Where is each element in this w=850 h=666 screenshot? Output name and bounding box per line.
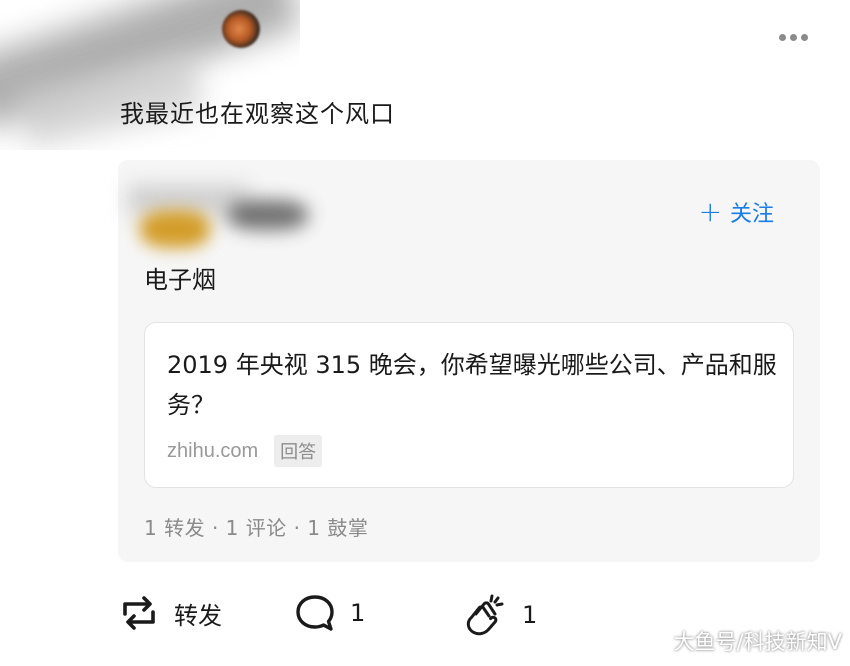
more-options-button[interactable]	[775, 30, 812, 45]
clap-icon	[466, 594, 504, 636]
comment-count: 1	[350, 599, 366, 627]
shared-stats: 1 转发 · 1 评论 · 1 鼓掌	[144, 516, 369, 540]
comment-icon	[296, 595, 334, 631]
question-source: zhihu.com	[167, 439, 259, 462]
action-bar: 转发 1 1	[118, 592, 618, 642]
clap-button[interactable]: 1	[462, 592, 537, 638]
follow-label: 关注	[729, 202, 774, 227]
question-title: 2019 年央视 315 晚会，你希望曝光哪些公司、产品和服务？	[167, 351, 777, 419]
repost-icon	[123, 596, 155, 630]
plus-icon: +	[698, 195, 722, 228]
comment-button[interactable]: 1	[294, 592, 365, 634]
topic-text: 电子烟	[144, 266, 216, 294]
repost-label: 转发	[174, 601, 222, 630]
question-meta: zhihu.com 回答	[167, 435, 323, 467]
avatar[interactable]	[222, 10, 260, 48]
shared-pin-card[interactable]: + 关注 电子烟 2019 年央视 315 晚会，你希望曝光哪些公司、产品和服务…	[118, 160, 820, 562]
repost-button[interactable]: 转发	[118, 592, 222, 634]
more-icon	[779, 34, 786, 41]
clap-count: 1	[522, 601, 538, 629]
question-type-badge: 回答	[274, 435, 323, 467]
watermark: 大鱼号/科技新知V	[673, 630, 842, 654]
follow-button[interactable]: + 关注	[699, 196, 774, 228]
shared-author-info	[128, 180, 328, 260]
question-link-card[interactable]: 2019 年央视 315 晚会，你希望曝光哪些公司、产品和服务？ zhihu.c…	[144, 322, 794, 488]
post-text: 我最近也在观察这个风口	[120, 100, 395, 128]
